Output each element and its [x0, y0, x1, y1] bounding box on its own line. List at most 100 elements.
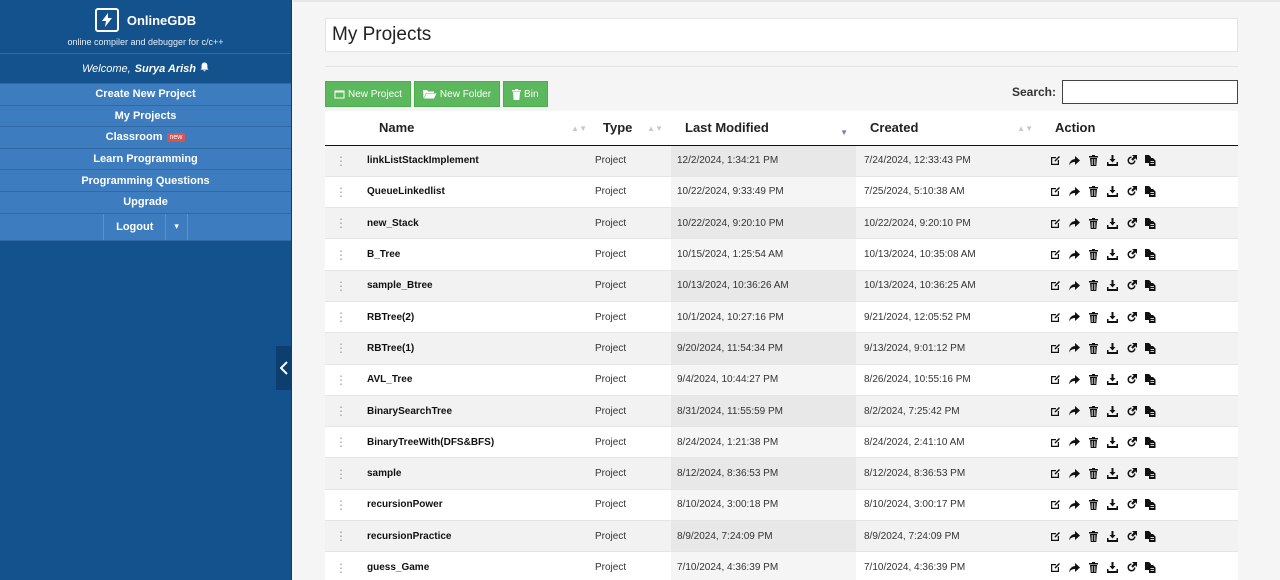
- caret-down-icon[interactable]: ▾: [166, 213, 188, 240]
- drag-handle-icon[interactable]: ⋮: [325, 332, 367, 365]
- share-icon[interactable]: [1068, 154, 1081, 167]
- trash-icon[interactable]: [1087, 185, 1100, 198]
- header-type[interactable]: Type ▲▼: [595, 111, 671, 146]
- table-row[interactable]: ⋮ BinaryTreeWith(DFS&BFS) Project 8/24/2024…: [325, 426, 1238, 458]
- copy-icon[interactable]: [1144, 436, 1157, 449]
- sidebar-item-programming-questions[interactable]: Programming Questions: [0, 170, 291, 192]
- trash-icon[interactable]: [1087, 405, 1100, 418]
- edit-icon[interactable]: [1049, 279, 1062, 292]
- project-name[interactable]: new_Stack: [367, 207, 595, 239]
- open-external-icon[interactable]: [1125, 248, 1138, 261]
- edit-icon[interactable]: [1049, 342, 1062, 355]
- table-row[interactable]: ⋮ recursionPower Project 8/10/2024, 3:00:18…: [325, 488, 1238, 521]
- share-icon[interactable]: [1068, 342, 1081, 355]
- open-external-icon[interactable]: [1125, 467, 1138, 480]
- project-name[interactable]: sample: [367, 457, 595, 490]
- drag-handle-icon[interactable]: ⋮: [325, 426, 367, 458]
- share-icon[interactable]: [1068, 311, 1081, 324]
- collapse-sidebar-button[interactable]: [276, 346, 292, 390]
- project-name[interactable]: QueueLinkedlist: [367, 175, 595, 208]
- edit-icon[interactable]: [1049, 185, 1062, 198]
- trash-icon[interactable]: [1087, 311, 1100, 324]
- share-icon[interactable]: [1068, 436, 1081, 449]
- download-icon[interactable]: [1106, 248, 1119, 261]
- drag-handle-icon[interactable]: ⋮: [325, 457, 367, 490]
- table-row[interactable]: ⋮ guess_Game Project 7/10/2024, 4:36:39 PM 7…: [325, 551, 1238, 580]
- new-project-button[interactable]: New Project: [325, 81, 411, 107]
- share-icon[interactable]: [1068, 498, 1081, 511]
- header-created[interactable]: Created ▲▼: [856, 111, 1041, 146]
- edit-icon[interactable]: [1049, 467, 1062, 480]
- open-external-icon[interactable]: [1125, 279, 1138, 292]
- copy-icon[interactable]: [1144, 342, 1157, 355]
- edit-icon[interactable]: [1049, 436, 1062, 449]
- drag-handle-icon[interactable]: ⋮: [325, 269, 367, 302]
- sidebar-item-learn-programming[interactable]: Learn Programming: [0, 148, 291, 171]
- table-row[interactable]: ⋮ new_Stack Project 10/22/2024, 9:20:10 PM 1…: [325, 207, 1238, 239]
- trash-icon[interactable]: [1087, 498, 1100, 511]
- edit-icon[interactable]: [1049, 311, 1062, 324]
- trash-icon[interactable]: [1087, 467, 1100, 480]
- drag-handle-icon[interactable]: ⋮: [325, 488, 367, 521]
- trash-icon[interactable]: [1087, 279, 1100, 292]
- open-external-icon[interactable]: [1125, 530, 1138, 543]
- copy-icon[interactable]: [1144, 311, 1157, 324]
- copy-icon[interactable]: [1144, 498, 1157, 511]
- download-icon[interactable]: [1106, 311, 1119, 324]
- download-icon[interactable]: [1106, 154, 1119, 167]
- project-name[interactable]: recursionPower: [367, 488, 595, 521]
- new-folder-button[interactable]: New Folder: [413, 81, 501, 107]
- copy-icon[interactable]: [1144, 373, 1157, 386]
- table-row[interactable]: ⋮ linkListStackImplement Project 12/2/2024,…: [325, 144, 1238, 177]
- download-icon[interactable]: [1106, 436, 1119, 449]
- trash-icon[interactable]: [1087, 342, 1100, 355]
- share-icon[interactable]: [1068, 405, 1081, 418]
- open-external-icon[interactable]: [1125, 405, 1138, 418]
- edit-icon[interactable]: [1049, 217, 1062, 230]
- share-icon[interactable]: [1068, 279, 1081, 292]
- open-external-icon[interactable]: [1125, 342, 1138, 355]
- trash-icon[interactable]: [1087, 530, 1100, 543]
- table-row[interactable]: ⋮ AVL_Tree Project 9/4/2024, 10:44:27 PM 8/2…: [325, 363, 1238, 396]
- drag-handle-icon[interactable]: ⋮: [325, 238, 367, 271]
- share-icon[interactable]: [1068, 217, 1081, 230]
- trash-icon[interactable]: [1087, 561, 1100, 574]
- trash-icon[interactable]: [1087, 154, 1100, 167]
- open-external-icon[interactable]: [1125, 217, 1138, 230]
- sidebar-item-upgrade[interactable]: Upgrade: [0, 191, 291, 214]
- copy-icon[interactable]: [1144, 248, 1157, 261]
- trash-icon[interactable]: [1087, 217, 1100, 230]
- edit-icon[interactable]: [1049, 373, 1062, 386]
- share-icon[interactable]: [1068, 373, 1081, 386]
- project-name[interactable]: linkListStackImplement: [367, 144, 595, 177]
- search-input[interactable]: [1062, 80, 1238, 104]
- project-name[interactable]: BinarySearchTree: [367, 394, 595, 427]
- drag-handle-icon[interactable]: ⋮: [325, 207, 367, 239]
- logout-button[interactable]: Logout: [103, 213, 167, 240]
- table-row[interactable]: ⋮ B_Tree Project 10/15/2024, 1:25:54 AM 10/1…: [325, 238, 1238, 271]
- copy-icon[interactable]: [1144, 217, 1157, 230]
- bin-button[interactable]: Bin: [503, 81, 548, 107]
- project-name[interactable]: guess_Game: [367, 551, 595, 580]
- open-external-icon[interactable]: [1125, 498, 1138, 511]
- drag-handle-icon[interactable]: ⋮: [325, 144, 367, 177]
- trash-icon[interactable]: [1087, 373, 1100, 386]
- project-name[interactable]: RBTree(1): [367, 332, 595, 365]
- download-icon[interactable]: [1106, 342, 1119, 355]
- download-icon[interactable]: [1106, 405, 1119, 418]
- open-external-icon[interactable]: [1125, 373, 1138, 386]
- open-external-icon[interactable]: [1125, 436, 1138, 449]
- sidebar-item-my-projects[interactable]: My Projects: [0, 105, 291, 128]
- project-name[interactable]: AVL_Tree: [367, 363, 595, 396]
- download-icon[interactable]: [1106, 467, 1119, 480]
- download-icon[interactable]: [1106, 217, 1119, 230]
- download-icon[interactable]: [1106, 185, 1119, 198]
- edit-icon[interactable]: [1049, 248, 1062, 261]
- table-row[interactable]: ⋮ recursionPractice Project 8/9/2024, 7:24:…: [325, 520, 1238, 552]
- copy-icon[interactable]: [1144, 561, 1157, 574]
- edit-icon[interactable]: [1049, 561, 1062, 574]
- user-name[interactable]: Surya Arish: [135, 63, 196, 75]
- open-external-icon[interactable]: [1125, 311, 1138, 324]
- drag-handle-icon[interactable]: ⋮: [325, 363, 367, 396]
- download-icon[interactable]: [1106, 498, 1119, 511]
